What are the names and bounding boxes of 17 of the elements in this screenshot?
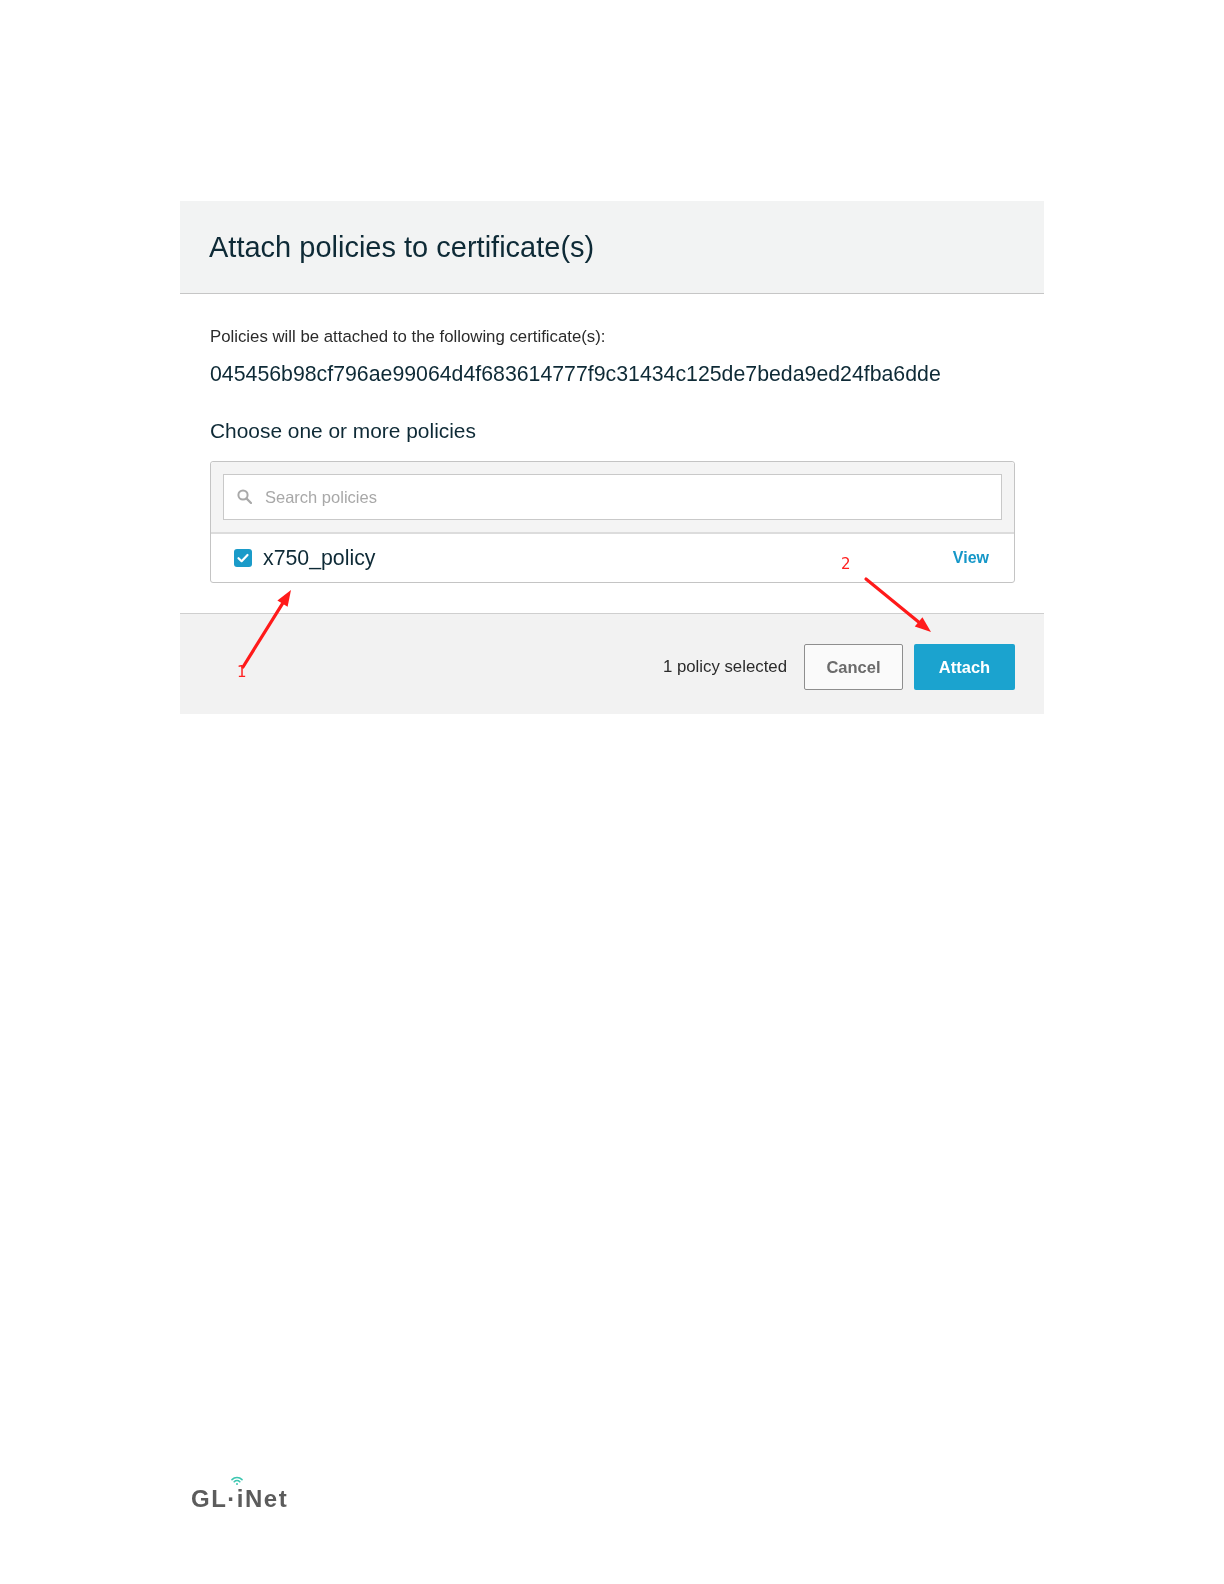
logo-text: GL·iNet xyxy=(191,1485,289,1512)
cancel-button[interactable]: Cancel xyxy=(804,644,903,690)
checkbox[interactable] xyxy=(234,549,252,567)
annotation-number: 1 xyxy=(237,664,247,680)
attach-button[interactable]: Attach xyxy=(914,644,1015,690)
description-text: Policies will be attached to the following certificate(s): xyxy=(210,327,607,347)
annotation-number: 2 xyxy=(841,556,851,572)
section-heading: Choose one or more policies xyxy=(210,418,477,444)
view-link[interactable]: View xyxy=(952,549,989,567)
policy-name: x750_policy xyxy=(263,545,376,571)
selection-count: 1 policy selected xyxy=(662,657,787,677)
certificate-id: 045456b98cf796ae99064d4f683614777f9c31434c125de7beda9ed24fba6dde xyxy=(210,361,942,387)
search-icon xyxy=(237,489,252,504)
search-field[interactable]: Search policies xyxy=(223,474,1002,520)
annotation-arrow xyxy=(864,577,931,632)
dialog-title: Attach policies to certificate(s) xyxy=(209,230,596,265)
wifi-icon xyxy=(231,1476,243,1485)
